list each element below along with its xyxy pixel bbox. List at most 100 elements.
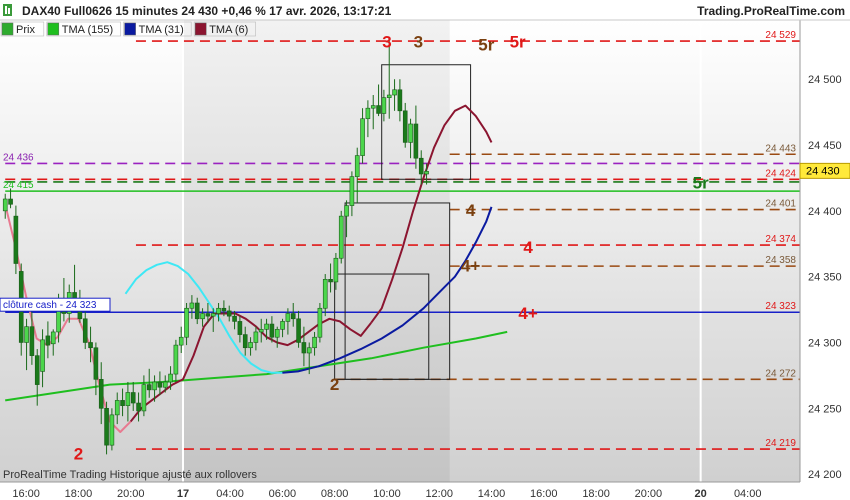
candle-up: [392, 89, 397, 96]
candle-down: [93, 347, 99, 380]
candle-down: [226, 310, 232, 317]
x-tick-label: 10:00: [373, 488, 401, 500]
color-swatch: [124, 22, 136, 36]
y-tick-label: 24 500: [808, 74, 842, 86]
color-swatch: [194, 22, 207, 36]
candle-up: [125, 392, 131, 406]
legend-item-label: TMA (6): [209, 24, 248, 36]
candle-up: [248, 342, 253, 349]
annotation-label: 2: [330, 375, 339, 394]
x-tick-label: 04:00: [216, 488, 244, 500]
candle-up: [200, 313, 205, 320]
x-tick-label: 16:00: [530, 488, 558, 500]
candle-down: [146, 384, 152, 391]
candle-down: [130, 392, 136, 404]
candle-up: [285, 313, 291, 322]
x-tick-label: 20:00: [635, 488, 663, 500]
candle-up: [344, 205, 349, 217]
candle-up: [312, 336, 317, 349]
candle-up: [168, 373, 173, 383]
annotation-label: 5r: [693, 173, 709, 192]
annotation-label: 4: [466, 201, 476, 220]
candle-up: [258, 329, 264, 333]
x-tick-label: 18:00: [65, 488, 93, 500]
annotation-label: 5r: [510, 33, 526, 52]
candle-up: [216, 307, 221, 314]
chart-menu-icon[interactable]: [3, 4, 12, 16]
candle-up: [24, 326, 29, 343]
annotation-label: 2: [74, 445, 83, 464]
candle-down: [418, 157, 424, 175]
y-tick-label: 24 200: [808, 469, 842, 481]
candle-down: [13, 215, 19, 264]
candle-down: [237, 321, 243, 335]
candle-up: [354, 155, 360, 177]
candle-up: [178, 336, 184, 346]
candle-up: [360, 118, 365, 156]
candle-down: [413, 123, 419, 159]
x-axis-labels[interactable]: 16:00 18:00 20:00 17 04:00 06:00 08:00 10:00 12:…: [12, 488, 761, 500]
candle-down: [301, 342, 307, 354]
candle-up: [50, 331, 56, 345]
candle-up: [2, 198, 8, 212]
candle-up: [408, 123, 413, 143]
level-label: 24 374: [765, 234, 796, 245]
candle-down: [328, 278, 333, 283]
candle-up: [152, 381, 157, 391]
annotation-label: 5r: [478, 35, 494, 54]
y-tick-label: 24 450: [808, 140, 842, 152]
candle-up: [322, 278, 328, 309]
cloture-label: clôture cash - 24 323: [3, 300, 97, 311]
candle-up: [264, 323, 269, 330]
footer-note: ProRealTime Trading Historique ajusté au…: [3, 469, 257, 481]
x-tick-label: 18:00: [582, 488, 610, 500]
level-label: 24 219: [765, 438, 796, 449]
candle-down: [98, 379, 104, 409]
candles-icon: [1, 22, 14, 36]
x-tick-label: 12:00: [425, 488, 453, 500]
chart-title: DAX40 Full0626 15 minutes 24 430 +0,46 %…: [22, 4, 392, 18]
candle-up: [162, 381, 168, 388]
candle-up: [184, 307, 189, 338]
candle-down: [8, 198, 13, 205]
x-tick-label: 17: [177, 488, 189, 500]
level-label-left: 24 415: [3, 180, 34, 191]
x-tick-label: 14:00: [478, 488, 506, 500]
y-tick-label: 24 250: [808, 403, 842, 415]
candle-down: [104, 407, 109, 446]
candle-down: [157, 381, 163, 388]
candle-down: [29, 326, 35, 356]
site-link[interactable]: Trading.ProRealTime.com: [697, 4, 845, 18]
candle-up: [365, 107, 371, 120]
annotation-label: 4+: [518, 304, 537, 323]
level-label: 24 443: [765, 143, 796, 154]
legend-item-label: TMA (31): [139, 24, 184, 36]
annotation-label: 4+: [461, 256, 480, 275]
level-label: 24 401: [765, 199, 796, 210]
candle-down: [221, 307, 227, 312]
candle-up: [141, 384, 147, 412]
candle-down: [290, 313, 296, 320]
candle-up: [109, 414, 115, 446]
candle-down: [232, 315, 237, 322]
current-price-label: 24 430: [806, 165, 840, 177]
x-tick-label: 04:00: [734, 488, 762, 500]
candle-down: [136, 402, 141, 412]
candle-up: [210, 313, 216, 317]
candle-down: [397, 89, 403, 112]
color-swatch: [47, 22, 60, 36]
candle-down: [269, 323, 275, 338]
y-tick-label: 24 300: [808, 337, 842, 349]
candle-up: [306, 347, 312, 354]
candle-up: [424, 171, 429, 175]
candle-up: [114, 400, 120, 416]
session-shade: [183, 20, 450, 482]
candle-up: [253, 331, 259, 343]
annotation-label: 4: [523, 238, 533, 257]
candle-up: [338, 215, 344, 259]
x-tick-label: 20:00: [117, 488, 145, 500]
candle-up: [280, 321, 285, 330]
x-tick-label: 06:00: [269, 488, 297, 500]
candle-down: [402, 110, 408, 143]
candle-up: [370, 105, 376, 109]
